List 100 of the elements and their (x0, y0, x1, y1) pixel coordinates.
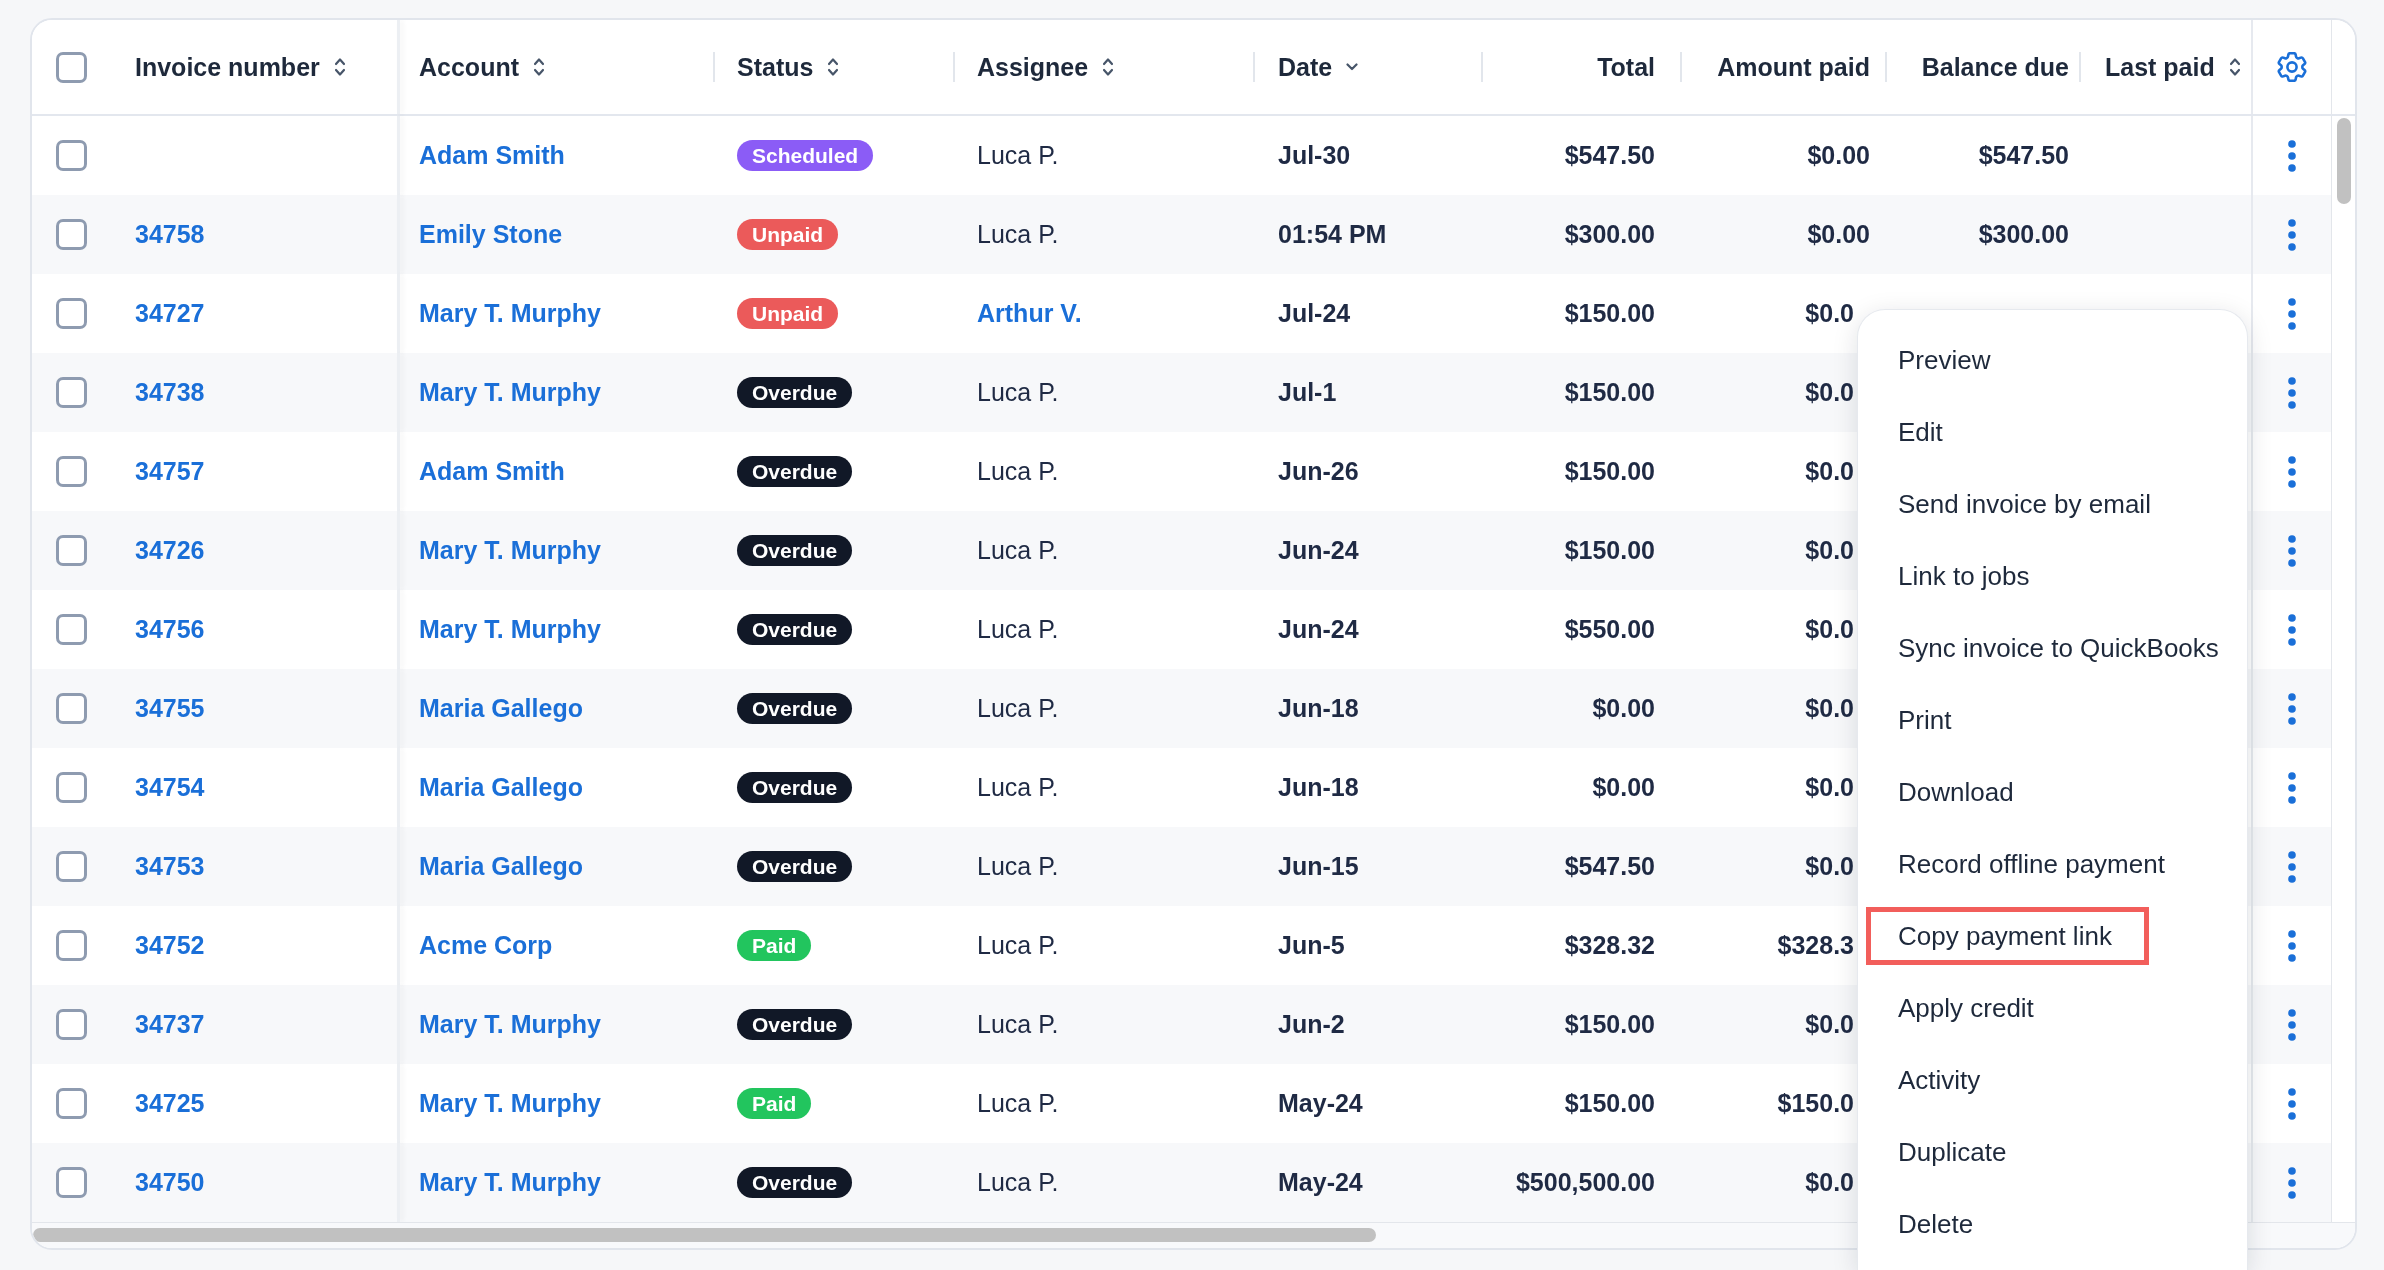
invoice-link[interactable]: 34754 (135, 773, 205, 802)
account-link[interactable]: Mary T. Murphy (419, 299, 601, 328)
menu-item[interactable]: Apply credit (1866, 979, 2071, 1037)
status-badge: Overdue (737, 772, 853, 803)
menu-item[interactable]: Copy payment link (1866, 907, 2149, 965)
more-icon[interactable] (2288, 1008, 2296, 1041)
menu-item[interactable]: Print (1866, 691, 1989, 749)
invoice-link[interactable]: 34726 (135, 536, 205, 565)
checkbox[interactable] (56, 219, 87, 250)
vertical-scrollbar[interactable] (2337, 118, 2351, 204)
more-icon[interactable] (2288, 929, 2296, 962)
invoice-link[interactable]: 34756 (135, 615, 205, 644)
menu-item[interactable]: Link to jobs (1866, 547, 2067, 605)
table-cell: Luca P. (977, 457, 1059, 486)
sort-icon[interactable] (1102, 57, 1115, 77)
more-icon[interactable] (2288, 139, 2296, 172)
account-link[interactable]: Maria Gallego (419, 852, 583, 881)
checkbox[interactable] (56, 1009, 87, 1040)
checkbox[interactable] (56, 693, 87, 724)
invoice-link[interactable]: 34753 (135, 852, 205, 881)
account-link[interactable]: Mary T. Murphy (419, 1089, 601, 1118)
menu-item[interactable]: Sync invoice to QuickBooks (1866, 619, 2247, 677)
menu-item[interactable]: Preview (1866, 331, 2028, 389)
invoice-link[interactable]: 34755 (135, 694, 205, 723)
menu-item[interactable]: Send invoice by email (1866, 475, 2188, 533)
more-icon[interactable] (2288, 771, 2296, 804)
more-icon[interactable] (2288, 376, 2296, 409)
account-link[interactable]: Acme Corp (419, 931, 553, 960)
menu-item[interactable]: Delete (1866, 1195, 2011, 1253)
more-icon[interactable] (2288, 455, 2296, 488)
checkbox[interactable] (56, 298, 87, 329)
sort-icon[interactable] (533, 57, 545, 77)
checkbox[interactable] (56, 140, 87, 171)
column-header[interactable]: Balance due (1921, 52, 2069, 82)
assignee-link[interactable]: Arthur V. (977, 299, 1082, 328)
column-header[interactable]: Total (1597, 52, 1655, 82)
column-header[interactable]: Assignee (977, 52, 1115, 82)
account-link[interactable]: Adam Smith (419, 141, 565, 170)
invoice-link[interactable]: 34737 (135, 1010, 205, 1039)
account-link[interactable]: Maria Gallego (419, 773, 583, 802)
checkbox[interactable] (56, 1167, 87, 1198)
table-cell: $0.00 (1807, 141, 1870, 170)
invoice-link[interactable]: 34727 (135, 299, 205, 328)
menu-item[interactable]: Record offline payment (1866, 835, 2202, 893)
table-cell: $500,500.00 (1515, 1168, 1655, 1197)
menu-item[interactable]: Download (1866, 763, 2051, 821)
account-link[interactable]: Emily Stone (419, 220, 563, 249)
horizontal-scrollbar[interactable] (33, 1228, 1376, 1242)
status-badge: Overdue (737, 456, 853, 487)
checkbox[interactable] (56, 614, 87, 645)
checkbox[interactable] (56, 851, 87, 882)
invoice-link[interactable]: 34752 (135, 931, 205, 960)
table-cell: Luca P. (977, 536, 1059, 565)
table-cell: $0.00 (1807, 220, 1870, 249)
account-link[interactable]: Maria Gallego (419, 694, 583, 723)
column-header[interactable]: Amount paid (1717, 52, 1870, 82)
table-cell: $0.0 (1805, 852, 1854, 881)
more-icon[interactable] (2288, 613, 2296, 646)
checkbox[interactable] (56, 51, 87, 83)
column-header[interactable]: Status (737, 52, 840, 82)
checkbox[interactable] (56, 535, 87, 566)
account-link[interactable]: Adam Smith (419, 457, 565, 486)
table-cell: $0.0 (1805, 378, 1854, 407)
more-icon[interactable] (2288, 1087, 2296, 1120)
account-link[interactable]: Mary T. Murphy (419, 536, 601, 565)
invoice-link[interactable]: 34725 (135, 1089, 205, 1118)
table-cell: $547.50 (1564, 141, 1655, 170)
more-icon[interactable] (2288, 218, 2296, 251)
more-icon[interactable] (2288, 692, 2296, 725)
checkbox[interactable] (56, 930, 87, 961)
menu-item[interactable]: Duplicate (1866, 1123, 2044, 1181)
invoice-link[interactable]: 34738 (135, 378, 205, 407)
invoice-link[interactable]: 34757 (135, 457, 205, 486)
column-header[interactable]: Last paid (2105, 52, 2241, 82)
table-cell: $0.0 (1805, 1010, 1854, 1039)
account-link[interactable]: Mary T. Murphy (419, 1010, 601, 1039)
more-icon[interactable] (2288, 297, 2296, 330)
column-header[interactable]: Account (419, 52, 545, 82)
sort-down-icon[interactable] (1346, 63, 1359, 71)
checkbox[interactable] (56, 456, 87, 487)
menu-item[interactable]: Edit (1866, 403, 1980, 461)
column-header[interactable]: Date (1278, 52, 1359, 82)
account-link[interactable]: Mary T. Murphy (419, 378, 601, 407)
checkbox[interactable] (56, 772, 87, 803)
sort-icon[interactable] (2228, 57, 2241, 77)
more-icon[interactable] (2288, 1166, 2296, 1199)
account-link[interactable]: Mary T. Murphy (419, 615, 601, 644)
invoice-link[interactable]: 34758 (135, 220, 205, 249)
invoice-link[interactable]: 34750 (135, 1168, 205, 1197)
table-cell: Luca P. (977, 1010, 1059, 1039)
column-header[interactable]: Invoice number (135, 52, 346, 82)
settings-icon[interactable] (2277, 52, 2307, 82)
sort-icon[interactable] (827, 57, 840, 77)
menu-item[interactable]: Activity (1866, 1051, 2018, 1109)
more-icon[interactable] (2288, 850, 2296, 883)
more-icon[interactable] (2288, 534, 2296, 567)
checkbox[interactable] (56, 377, 87, 408)
checkbox[interactable] (56, 1088, 87, 1119)
account-link[interactable]: Mary T. Murphy (419, 1168, 601, 1197)
sort-icon[interactable] (333, 57, 346, 77)
